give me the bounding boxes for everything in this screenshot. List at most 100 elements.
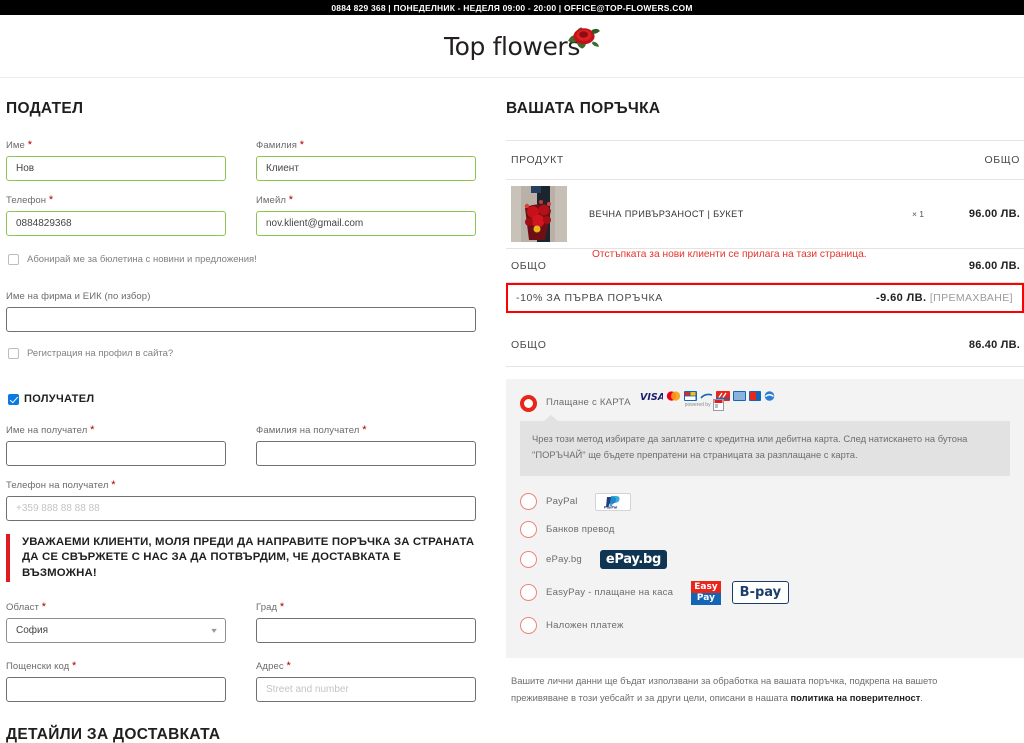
email-field: Имейл * bbox=[256, 195, 476, 236]
company-input[interactable] bbox=[6, 307, 476, 332]
recipient-phone-input[interactable] bbox=[6, 496, 476, 521]
easypay-logo: Easy Pay bbox=[691, 580, 721, 605]
payment-method-paypal[interactable]: PayPal PayPal bbox=[520, 488, 1010, 516]
card-brand-logos: VISA powered by bbox=[631, 391, 775, 411]
region-city-row: Област * София ▾ Град * bbox=[6, 601, 476, 644]
name-row: Име * Фамилия * bbox=[6, 140, 476, 181]
phone-label: Телефон * bbox=[6, 194, 226, 207]
privacy-text-after: . bbox=[920, 692, 923, 704]
city-field: Град * bbox=[256, 601, 476, 644]
billing-title: ПОДАТЕЛ bbox=[6, 100, 84, 117]
required-marker: * bbox=[362, 424, 367, 436]
privacy-notice: Вашите лични данни ще бъдат използвани з… bbox=[506, 658, 1006, 707]
postcode-address-row: Пощенски код * Адрес * bbox=[6, 660, 476, 703]
payment-cod-label: Наложен платеж bbox=[546, 620, 624, 632]
payment-method-easypay[interactable]: EasyPay - плащане на каса Easy Pay B-pay bbox=[520, 576, 1010, 610]
paypal-logo: PayPal bbox=[594, 492, 631, 511]
top-contact-bar: 0884 829 368 | ПОНЕДЕЛНИК - НЕДЕЛЯ 09:00… bbox=[0, 0, 1024, 15]
email-input[interactable] bbox=[256, 211, 476, 236]
visa-icon: VISA bbox=[640, 392, 663, 401]
create-account-checkbox[interactable] bbox=[8, 348, 19, 359]
address-input[interactable] bbox=[256, 677, 476, 703]
subtotal-label: ОБЩО bbox=[511, 260, 547, 272]
easypay-logo-line1: Easy bbox=[694, 581, 718, 592]
radio-card-icon[interactable] bbox=[520, 395, 537, 412]
radio-paypal-icon[interactable] bbox=[520, 493, 537, 511]
email-label-text: Имейл bbox=[256, 195, 286, 206]
chevron-down-icon: ▾ bbox=[211, 626, 217, 636]
privacy-policy-link[interactable]: политика на поверителност bbox=[791, 692, 921, 703]
payment-method-card[interactable]: Плащане с КАРТА VISA powered by bbox=[520, 391, 1010, 412]
column-header-product: ПРОДУКТ bbox=[511, 154, 564, 166]
required-marker: * bbox=[279, 601, 285, 614]
epay-logo: ePay.bg bbox=[599, 550, 668, 570]
phone-label-text: Телефон bbox=[6, 195, 47, 206]
radio-easypay-icon[interactable] bbox=[520, 584, 537, 602]
recipient-toggle-row[interactable]: ПОЛУЧАТЕЛ bbox=[8, 393, 476, 405]
postcode-input[interactable] bbox=[6, 677, 226, 703]
region-label-text: Област bbox=[6, 602, 39, 614]
create-account-checkbox-row[interactable]: Регистрация на профил в сайта? bbox=[8, 348, 476, 359]
address-field: Адрес * bbox=[256, 660, 476, 703]
contact-line: 0884 829 368 | ПОНЕДЕЛНИК - НЕДЕЛЯ 09:00… bbox=[331, 2, 693, 13]
region-field: Област * София ▾ bbox=[6, 602, 226, 644]
first-name-label-text: Име bbox=[6, 140, 25, 151]
easypay-logo-line2: Pay bbox=[691, 593, 721, 605]
bouquet-image bbox=[511, 186, 567, 242]
newsletter-checkbox-row[interactable]: Абонирай ме за бюлетина с новини и предл… bbox=[8, 254, 476, 265]
required-marker: * bbox=[48, 194, 54, 206]
recipient-toggle-checkbox[interactable] bbox=[8, 393, 19, 405]
order-column: ВАШАТА ПОРЪЧКА ПРОДУКТ ОБЩО ВЕЧНА ПРИВЪР… bbox=[500, 78, 1024, 743]
region-selected-value: София bbox=[16, 625, 49, 637]
payment-method-bank[interactable]: Банков превод bbox=[520, 516, 1010, 544]
payment-bank-label: Банков превод bbox=[546, 524, 615, 536]
city-input[interactable] bbox=[256, 618, 476, 644]
postcode-label: Пощенски код * bbox=[6, 661, 226, 673]
recipient-last-name-input[interactable] bbox=[256, 441, 476, 466]
region-select[interactable]: София ▾ bbox=[6, 618, 226, 644]
coupon-row: -10% ЗА ПЪРВА ПОРЪЧКА -9.60 ЛВ. [ПРЕМАХВ… bbox=[506, 283, 1024, 313]
payment-easypay-label: EasyPay - плащане на каса bbox=[546, 587, 674, 599]
radio-bank-icon[interactable] bbox=[520, 521, 537, 539]
phone-input[interactable] bbox=[6, 211, 226, 236]
product-line-total: 96.00 ЛВ. bbox=[968, 208, 1020, 220]
svg-text:PayPal: PayPal bbox=[604, 506, 617, 509]
recipient-first-name-input[interactable] bbox=[6, 441, 226, 466]
address-label-text: Адрес bbox=[256, 661, 284, 673]
company-field: Име на фирма и ЕИК (по избор) bbox=[6, 291, 476, 332]
payment-method-epay[interactable]: ePay.bg ePay.bg bbox=[520, 544, 1010, 576]
delivery-warning-notice: УВАЖАЕМИ КЛИЕНТИ, МОЛЯ ПРЕДИ ДА НАПРАВИТ… bbox=[6, 534, 476, 583]
last-name-field: Фамилия * bbox=[256, 140, 476, 181]
product-name: ВЕЧНА ПРИВЪРЗАНОСТ | БУКЕТ bbox=[589, 209, 744, 219]
newsletter-label: Абонирай ме за бюлетина с новини и предл… bbox=[27, 254, 257, 265]
recipient-last-name-label-text: Фамилия на получател bbox=[256, 425, 360, 436]
newsletter-checkbox[interactable] bbox=[8, 254, 19, 265]
region-label: Област * bbox=[6, 602, 226, 614]
radio-cod-icon[interactable] bbox=[520, 617, 537, 635]
required-marker: * bbox=[111, 479, 116, 491]
company-label: Име на фирма и ЕИК (по избор) bbox=[6, 291, 151, 302]
recipient-last-name-field: Фамилия на получател * bbox=[256, 425, 476, 466]
site-logo[interactable]: Top flowers bbox=[444, 26, 600, 61]
order-table-header: ПРОДУКТ ОБЩО bbox=[506, 140, 1024, 180]
last-name-input[interactable] bbox=[256, 156, 476, 181]
order-total-row: ОБЩО 86.40 ЛВ. bbox=[506, 323, 1024, 367]
city-label-text: Град bbox=[256, 602, 278, 614]
total-label: ОБЩО bbox=[511, 339, 547, 351]
contact-row: Телефон * Имейл * bbox=[6, 195, 476, 236]
first-name-input[interactable] bbox=[6, 156, 226, 181]
first-name-field: Име * bbox=[6, 140, 226, 181]
coupon-amount-group: -9.60 ЛВ. [ПРЕМАХВАНЕ] bbox=[876, 292, 1013, 304]
payment-method-cod[interactable]: Наложен платеж bbox=[520, 610, 1010, 642]
postcode-field: Пощенски код * bbox=[6, 661, 226, 703]
order-title: ВАШАТА ПОРЪЧКА bbox=[506, 100, 661, 117]
bpay-logo: B-pay bbox=[731, 581, 790, 605]
payment-paypal-label: PayPal bbox=[546, 496, 578, 508]
product-thumbnail[interactable] bbox=[511, 186, 567, 242]
coupon-remove-link[interactable]: [ПРЕМАХВАНЕ] bbox=[930, 292, 1013, 304]
recipient-first-name-label-text: Име на получател bbox=[6, 425, 88, 436]
required-marker: * bbox=[286, 660, 291, 673]
required-marker: * bbox=[27, 139, 33, 151]
rose-icon bbox=[568, 26, 600, 49]
radio-epay-icon[interactable] bbox=[520, 551, 537, 569]
